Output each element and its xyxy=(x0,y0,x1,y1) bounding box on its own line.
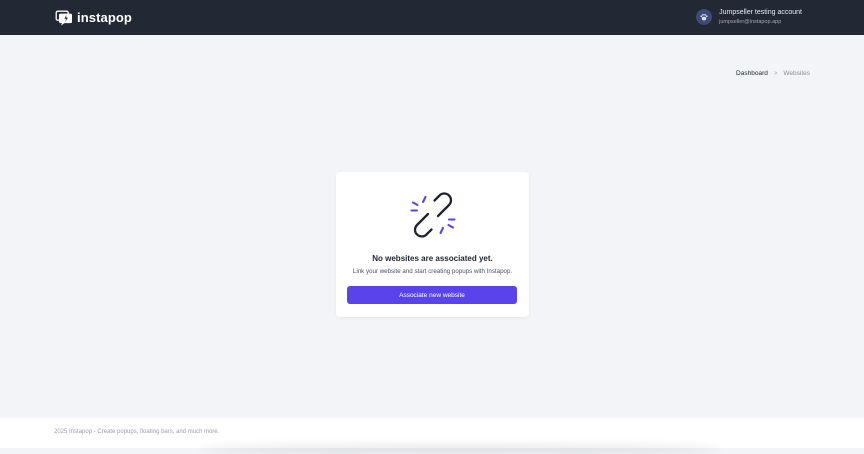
empty-state-card: No websites are associated yet. Link you… xyxy=(336,172,529,317)
breadcrumb-separator: > xyxy=(773,70,778,77)
breadcrumb: Dashboard > Websites xyxy=(736,70,810,77)
footer: 2025 Instapop - Create popups, floating … xyxy=(0,418,864,454)
account-menu[interactable]: Jumpseller testing account jumpseller@in… xyxy=(696,9,802,26)
top-navbar: instapop Jumpseller testing account jump… xyxy=(0,0,864,35)
footer-text: 2025 Instapop - Create popups, floating … xyxy=(54,429,220,435)
brand[interactable]: instapop xyxy=(55,10,132,26)
broken-link-icon xyxy=(410,192,456,238)
account-info: Jumpseller testing account jumpseller@in… xyxy=(719,9,802,26)
footer-shadow xyxy=(200,444,720,454)
associate-website-button[interactable]: Associate new website xyxy=(347,286,517,304)
paw-icon xyxy=(700,14,708,21)
breadcrumb-dashboard[interactable]: Dashboard xyxy=(736,70,768,77)
empty-state-title: No websites are associated yet. xyxy=(372,254,493,263)
account-email: jumpseller@instapop.app xyxy=(719,19,782,26)
brand-name: instapop xyxy=(77,10,132,25)
empty-state-message: Link your website and start creating pop… xyxy=(352,268,513,275)
instapop-logo-icon xyxy=(55,10,72,26)
account-name: Jumpseller testing account xyxy=(719,9,802,16)
avatar[interactable] xyxy=(696,9,713,26)
breadcrumb-websites: Websites xyxy=(783,70,810,77)
